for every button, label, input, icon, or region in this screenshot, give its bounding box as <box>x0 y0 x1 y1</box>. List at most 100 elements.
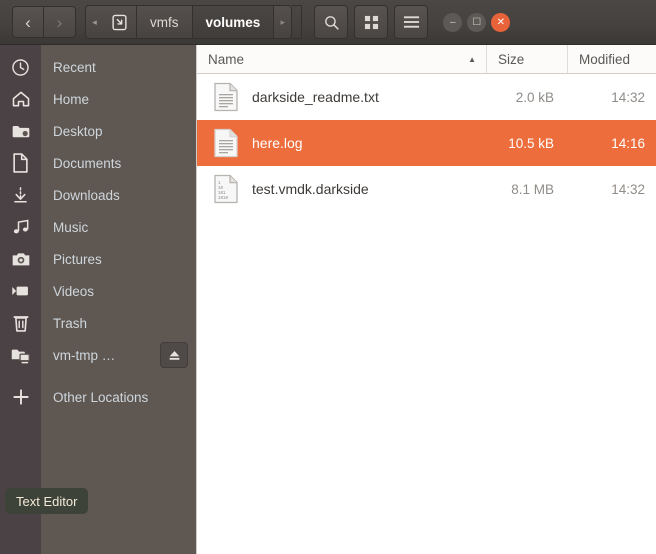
breadcrumb-scroll-left[interactable]: ◂ <box>85 5 103 39</box>
table-row[interactable]: darkside_readme.txt 2.0 kB 14:32 <box>197 74 656 120</box>
cell-name: darkside_readme.txt <box>197 82 487 112</box>
sidebar-item-videos[interactable]: Videos <box>0 275 196 307</box>
breadcrumb-scroll-right[interactable]: ▸ <box>274 5 293 39</box>
sidebar-item-recent[interactable]: Recent <box>0 51 196 83</box>
minimize-icon: – <box>450 16 456 28</box>
file-list-pane: Name ▲ Size Modified darkside_readme.txt… <box>196 45 656 554</box>
clock-icon <box>0 51 41 83</box>
close-button[interactable]: ✕ <box>491 12 511 32</box>
menu-button[interactable] <box>394 5 429 39</box>
sidebar-item-label: Music <box>53 219 89 235</box>
camera-icon <box>0 243 41 275</box>
column-label: Name <box>208 51 245 67</box>
table-row[interactable]: 1 10 101 1010 test.vmdk.darkside 8.1 MB … <box>197 166 656 212</box>
home-icon <box>0 83 41 115</box>
cell-modified: 14:32 <box>611 89 645 105</box>
video-icon <box>0 275 41 307</box>
breadcrumb-filler <box>292 5 303 39</box>
cell-modified: 14:16 <box>611 135 645 151</box>
text-file-icon <box>214 82 238 112</box>
svg-text:10: 10 <box>218 187 224 191</box>
cell-modified: 14:32 <box>611 181 645 197</box>
chevron-right-icon: ▸ <box>280 16 286 27</box>
sidebar-item-documents[interactable]: Documents <box>0 147 196 179</box>
remote-drive-icon <box>0 339 41 371</box>
sidebar-item-trash[interactable]: Trash <box>0 307 196 339</box>
cell-name: here.log <box>197 128 487 158</box>
back-button[interactable]: ‹ <box>12 6 44 38</box>
sidebar-item-label: Home <box>53 91 90 107</box>
sidebar-item-label: Other Locations <box>53 389 149 405</box>
file-manager-window: ‹ › ◂ vmfs volumes ▸ – ☐ ✕ Recent Home D… <box>0 0 656 554</box>
sidebar-item-label: Downloads <box>53 187 120 203</box>
forward-arrow-icon: › <box>56 12 63 32</box>
window-controls: – ☐ ✕ <box>438 12 511 32</box>
navigation-buttons: ‹ › <box>12 6 76 38</box>
download-icon <box>0 179 41 211</box>
breadcrumb-item-device[interactable] <box>103 5 137 39</box>
tooltip-label: Text Editor <box>16 493 78 509</box>
sidebar-item-label: Trash <box>53 315 88 331</box>
eject-button[interactable] <box>160 342 188 368</box>
back-arrow-icon: ‹ <box>25 12 31 32</box>
view-grid-button[interactable] <box>354 5 389 39</box>
chevron-left-icon: ◂ <box>92 16 97 27</box>
file-name: test.vmdk.darkside <box>252 181 369 197</box>
search-button[interactable] <box>314 5 349 39</box>
sidebar-item-home[interactable]: Home <box>0 83 196 115</box>
sidebar: Recent Home Desktop Documents Downloads <box>5 45 196 554</box>
column-header-modified[interactable]: Modified <box>568 45 656 73</box>
device-icon <box>112 14 127 30</box>
sidebar-item-label: Pictures <box>53 251 102 267</box>
svg-text:101: 101 <box>218 192 226 196</box>
sidebar-item-music[interactable]: Music <box>0 211 196 243</box>
cell-size: 2.0 kB <box>515 89 554 105</box>
column-label: Size <box>498 51 525 67</box>
breadcrumb-label: vmfs <box>150 14 179 30</box>
close-icon: ✕ <box>496 16 505 28</box>
maximize-icon: ☐ <box>472 16 482 28</box>
music-icon <box>0 211 41 243</box>
column-header-name[interactable]: Name ▲ <box>197 45 487 73</box>
sidebar-item-label: Videos <box>53 283 95 299</box>
column-label: Modified <box>579 51 631 67</box>
desktop-icon <box>0 115 41 147</box>
sidebar-item-vm-tmp[interactable]: vm-tmp … <box>0 339 196 371</box>
text-file-icon <box>214 128 238 158</box>
eject-icon <box>169 350 179 360</box>
maximize-button[interactable]: ☐ <box>467 12 487 32</box>
sidebar-item-other-locations[interactable]: Other Locations <box>0 381 196 413</box>
header-bar: ‹ › ◂ vmfs volumes ▸ – ☐ ✕ <box>0 0 656 45</box>
binary-file-icon: 1 10 101 1010 <box>214 174 238 204</box>
cell-size: 10.5 kB <box>508 135 554 151</box>
document-icon <box>0 147 41 179</box>
sidebar-item-desktop[interactable]: Desktop <box>0 115 196 147</box>
file-list-header: Name ▲ Size Modified <box>197 45 656 74</box>
sidebar-item-label: Recent <box>53 59 96 75</box>
search-icon <box>324 15 339 30</box>
breadcrumb-item-vmfs[interactable]: vmfs <box>137 5 193 39</box>
sidebar-item-downloads[interactable]: Downloads <box>0 179 196 211</box>
cell-name: 1 10 101 1010 test.vmdk.darkside <box>197 174 487 204</box>
svg-text:1010: 1010 <box>218 197 229 201</box>
table-row[interactable]: here.log 10.5 kB 14:16 <box>197 120 656 166</box>
sidebar-item-label: vm-tmp … <box>53 347 116 363</box>
column-header-size[interactable]: Size <box>487 45 568 73</box>
file-name: here.log <box>252 135 303 151</box>
plus-icon <box>0 381 41 413</box>
sort-ascending-icon: ▲ <box>468 54 476 64</box>
sidebar-item-label: Desktop <box>53 123 103 139</box>
minimize-button[interactable]: – <box>443 12 463 32</box>
grid-icon <box>364 15 378 29</box>
header-actions <box>308 5 429 39</box>
sidebar-item-pictures[interactable]: Pictures <box>0 243 196 275</box>
trash-icon <box>0 307 41 339</box>
cell-size: 8.1 MB <box>511 181 554 197</box>
sidebar-item-label: Documents <box>53 155 122 171</box>
hamburger-icon <box>403 16 419 28</box>
forward-button[interactable]: › <box>44 6 76 38</box>
tooltip: Text Editor <box>5 488 89 514</box>
breadcrumb-item-volumes[interactable]: volumes <box>192 5 275 39</box>
breadcrumb: ◂ vmfs volumes ▸ <box>85 5 303 39</box>
breadcrumb-label: volumes <box>205 14 261 30</box>
